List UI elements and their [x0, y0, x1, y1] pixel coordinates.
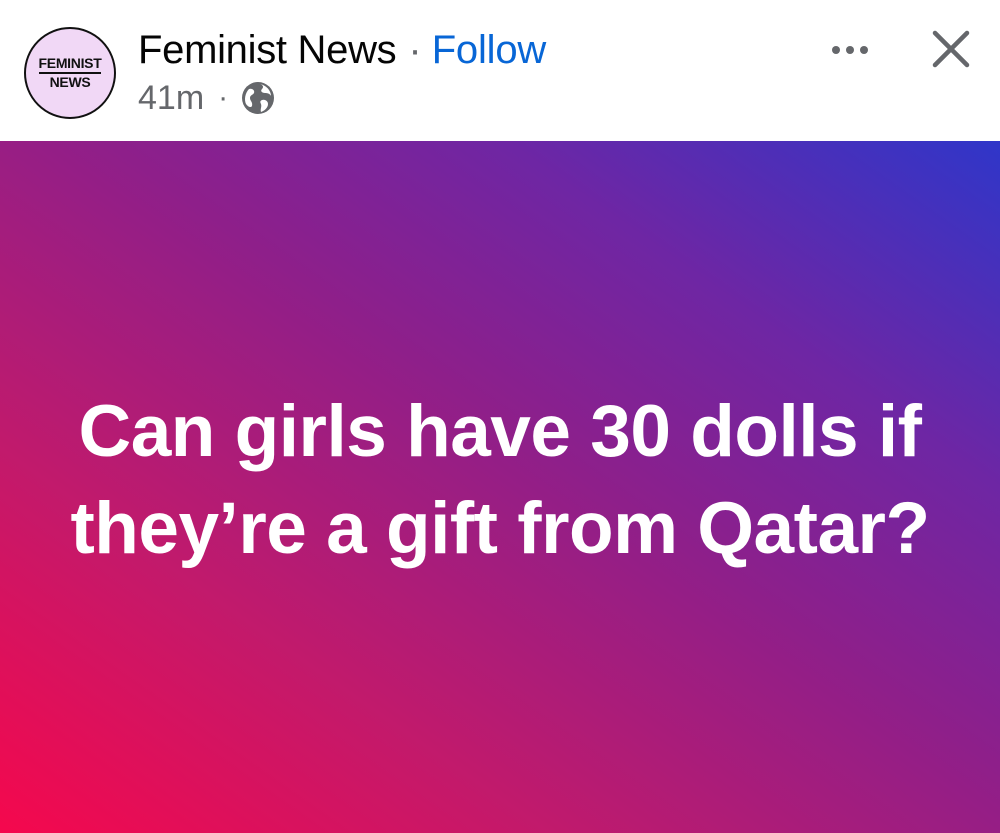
- post-meta-row: 41m ·: [138, 78, 276, 118]
- follow-button[interactable]: Follow: [432, 28, 547, 73]
- post-timestamp[interactable]: 41m: [138, 79, 204, 118]
- post-text: Can girls have 30 dolls if they’re a gif…: [70, 391, 930, 569]
- facebook-post: FEMINIST NEWS Feminist News · Follow 41m…: [0, 0, 1000, 833]
- avatar-logo-text-bottom: NEWS: [49, 74, 91, 90]
- avatar-logo-text-top: FEMINIST: [38, 55, 102, 71]
- title-separator: ·: [408, 27, 422, 72]
- globe-icon[interactable]: [240, 80, 276, 116]
- page-name-link[interactable]: Feminist News: [138, 28, 397, 73]
- page-avatar[interactable]: FEMINIST NEWS: [24, 27, 116, 119]
- meta-separator: ·: [218, 81, 229, 114]
- close-icon[interactable]: [924, 22, 978, 76]
- post-title-row: Feminist News · Follow: [138, 26, 546, 74]
- post-text-background-card: Can girls have 30 dolls if they’re a gif…: [0, 141, 1000, 833]
- more-options-icon[interactable]: [822, 30, 878, 70]
- post-header: FEMINIST NEWS Feminist News · Follow 41m…: [0, 0, 1000, 141]
